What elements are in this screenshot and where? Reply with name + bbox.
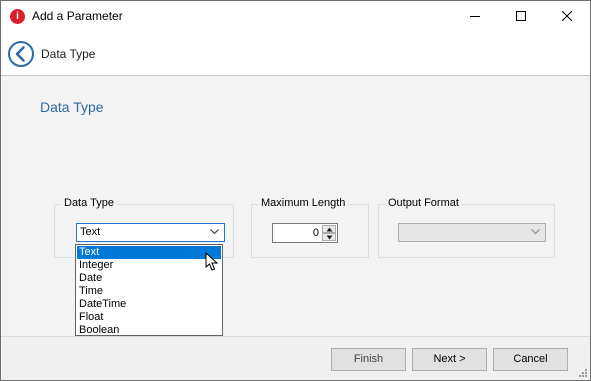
spin-down-button[interactable] xyxy=(322,233,336,241)
minimize-icon xyxy=(470,16,480,17)
minimize-button[interactable] xyxy=(452,1,498,31)
back-button[interactable] xyxy=(7,40,35,68)
dropdown-option[interactable]: Text xyxy=(77,246,221,259)
data-type-dropdown-list: Text Integer Date Time DateTime Float Boolean xyxy=(75,244,223,336)
dropdown-option[interactable]: Integer xyxy=(77,259,221,272)
dialog-window: i Add a Parameter Data Type Data Type Da… xyxy=(0,0,591,381)
spin-up-button[interactable] xyxy=(322,225,336,233)
data-type-selected-value: Text xyxy=(80,226,101,238)
max-length-value: 0 xyxy=(312,227,319,239)
maximize-icon xyxy=(516,11,526,21)
max-length-group: Maximum Length 0 xyxy=(251,197,369,258)
arrow-up-icon xyxy=(326,227,333,232)
output-format-select[interactable] xyxy=(398,223,546,242)
header-title: Data Type xyxy=(41,47,96,61)
dropdown-option[interactable]: Date xyxy=(77,272,221,285)
data-type-label: Data Type xyxy=(61,197,117,209)
max-length-spinner[interactable]: 0 xyxy=(272,223,338,243)
cancel-button[interactable]: Cancel xyxy=(493,348,568,371)
title-bar: i Add a Parameter xyxy=(1,1,590,31)
close-button[interactable] xyxy=(544,1,590,31)
dropdown-option[interactable]: DateTime xyxy=(77,298,221,311)
spinner-buttons xyxy=(322,225,336,241)
window-title: Add a Parameter xyxy=(32,9,123,23)
finish-button[interactable]: Finish xyxy=(331,348,406,371)
page-title: Data Type xyxy=(40,99,104,115)
app-logo-icon: i xyxy=(10,9,25,24)
mouse-cursor-icon xyxy=(205,252,219,271)
chevron-down-icon xyxy=(531,229,540,235)
dropdown-option[interactable]: Float xyxy=(77,311,221,324)
output-format-label: Output Format xyxy=(385,197,462,209)
chevron-down-icon xyxy=(210,229,219,235)
maximize-button[interactable] xyxy=(498,1,544,31)
close-icon xyxy=(562,11,572,21)
footer-bar: Finish Next > Cancel xyxy=(1,337,590,380)
data-type-select[interactable]: Text xyxy=(76,223,225,242)
max-length-label: Maximum Length xyxy=(258,197,349,209)
next-button[interactable]: Next > xyxy=(412,348,487,371)
output-format-group: Output Format xyxy=(378,197,555,258)
arrow-down-icon xyxy=(326,235,333,240)
back-arrow-icon xyxy=(8,41,34,67)
wizard-header: Data Type xyxy=(1,32,590,75)
dropdown-option[interactable]: Boolean xyxy=(77,324,221,337)
dropdown-option[interactable]: Time xyxy=(77,285,221,298)
resize-grip-icon[interactable] xyxy=(578,368,588,378)
